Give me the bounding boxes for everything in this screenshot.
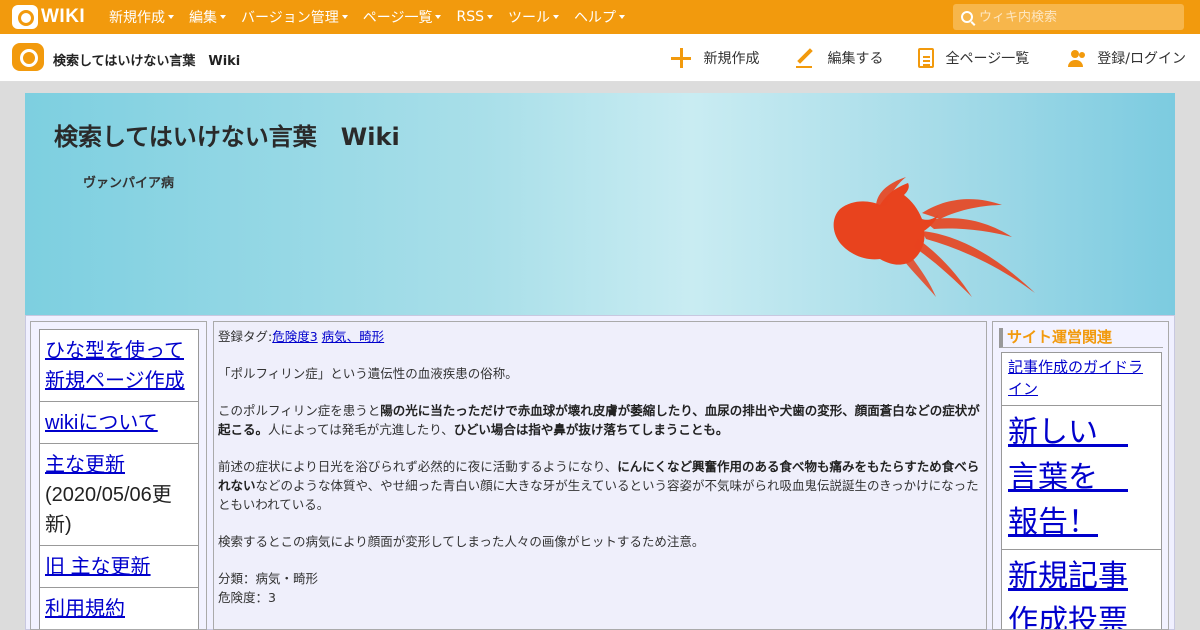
site-logo-icon[interactable]: [12, 43, 44, 71]
new-article-vote-link[interactable]: 新規記事作成投票: [1008, 560, 1128, 629]
caret-down-icon: [618, 15, 625, 19]
text: 前述の症状により日光を浴びられず必然的に夜に活動するようになり、: [218, 459, 618, 474]
tag-line: 登録タグ:危険度3 病気、畸形: [218, 327, 982, 346]
paragraph: 「ポルフィリン症」という遺伝性の血液疾患の俗称。: [218, 366, 518, 381]
edit-button[interactable]: 編集する: [794, 47, 884, 69]
action-label: 新規作成: [703, 51, 760, 67]
caret-down-icon: [220, 15, 226, 19]
caret-down-icon: [486, 15, 493, 19]
menu-item: wikiについて: [39, 401, 199, 444]
menu-link-about[interactable]: wikiについて: [45, 412, 158, 434]
text: このポルフィリン症を患うと: [218, 403, 381, 418]
goldfish-icon: [833, 177, 1035, 297]
topnav-edit[interactable]: 編集: [189, 7, 226, 27]
header-banner: 検索してはいけない言葉 Wiki ヴァンパイア病: [25, 93, 1175, 315]
atwiki-logo[interactable]: WIKI: [12, 5, 85, 29]
caret-down-icon: [168, 15, 174, 19]
topnav-label: ヘルプ: [573, 10, 616, 26]
report-word-link[interactable]: 新しい 言葉を 報告！: [1008, 416, 1128, 539]
plus-icon: [670, 47, 692, 69]
document-icon: [917, 48, 934, 68]
paragraph: このポルフィリン症を患うと陽の光に当たっただけで赤血球が壊れ皮膚が萎縮したり、血…: [218, 401, 982, 439]
topnav-version[interactable]: バージョン管理: [241, 7, 348, 27]
top-nav: 新規作成 編集 バージョン管理 ページ一覧 RSS ツール ヘルプ: [109, 0, 640, 34]
site-name[interactable]: 検索してはいけない言葉 Wiki: [53, 50, 240, 69]
menu-item: 新規記事作成投票: [1001, 549, 1162, 629]
wiki-title[interactable]: 検索してはいけない言葉 Wiki: [54, 117, 400, 152]
menu-item: 主な更新 (2020/05/06更新): [39, 443, 199, 546]
menu-link-updates[interactable]: 主な更新: [45, 454, 125, 476]
search-input[interactable]: [979, 9, 1169, 25]
topnav-pages[interactable]: ページ一覧: [363, 7, 442, 27]
right-menu: サイト運営関連 記事作成のガイドライン 新しい 言葉を 報告！ 新規記事作成投票: [992, 321, 1169, 630]
menu-item: 記事作成のガイドライン: [1001, 352, 1162, 406]
all-pages-button[interactable]: 全ページ一覧: [917, 48, 1030, 68]
site-bar: 検索してはいけない言葉 Wiki 新規作成 編集する 全ページ一覧 登録/ログイ…: [0, 34, 1200, 82]
menu-note: (2020/05/06更新): [45, 484, 172, 536]
caret-down-icon: [552, 15, 559, 19]
menu-link-template[interactable]: ひな型を使って新規ページ作成: [45, 340, 185, 392]
action-label: 全ページ一覧: [945, 51, 1030, 67]
caret-down-icon: [435, 15, 442, 19]
article-body: 登録タグ:危険度3 病気、畸形 「ポルフィリン症」という遺伝性の血液疾患の俗称。…: [213, 321, 987, 630]
login-button[interactable]: 登録/ログイン: [1063, 47, 1186, 69]
action-label: 編集する: [827, 51, 884, 67]
right-menu-heading: サイト運営関連: [999, 328, 1163, 348]
topnav-label: RSS: [456, 9, 484, 25]
tag-link[interactable]: 危険度3: [272, 329, 317, 344]
topnav-label: バージョン管理: [241, 10, 339, 26]
topnav-label: 編集: [189, 10, 217, 26]
menu-item: 旧 主な更新: [39, 545, 199, 588]
topnav-label: 新規作成: [109, 10, 165, 26]
tags-label: 登録タグ:: [218, 329, 273, 344]
top-bar: WIKI 新規作成 編集 バージョン管理 ページ一覧 RSS ツール ヘルプ: [0, 0, 1200, 34]
wiki-search: [953, 4, 1184, 30]
bold-text: ひどい場合は指や鼻が抜け落ちてしまうことも。: [453, 422, 729, 437]
danger-line: 危険度：3: [218, 590, 276, 605]
at-logo-icon: [12, 5, 38, 29]
menu-link-old-updates[interactable]: 旧 主な更新: [45, 556, 151, 578]
new-page-button[interactable]: 新規作成: [670, 47, 760, 69]
guideline-link[interactable]: 記事作成のガイドライン: [1008, 359, 1143, 398]
topnav-label: ページ一覧: [362, 10, 433, 26]
menu-item: 利用規約: [39, 587, 199, 629]
page-title: ヴァンパイア病: [83, 176, 175, 191]
topnav-tools[interactable]: ツール: [508, 7, 559, 27]
topnav-label: ツール: [507, 10, 550, 26]
menu-item: 新しい 言葉を 報告！: [1001, 405, 1162, 550]
text: 人によっては発毛が亢進したり、: [268, 422, 454, 437]
paragraph: 前述の症状により日光を浴びられず必然的に夜に活動するようになり、にんにくなど興奮…: [218, 457, 982, 514]
pencil-icon: [794, 47, 816, 69]
left-menu: ひな型を使って新規ページ作成 wikiについて 主な更新 (2020/05/06更…: [30, 321, 207, 630]
site-actions: 新規作成 編集する 全ページ一覧 登録/ログイン: [636, 34, 1186, 82]
category-line: 分類：病気・畸形: [218, 571, 319, 586]
action-label: 登録/ログイン: [1097, 51, 1186, 67]
tag-link[interactable]: 病気、畸形: [322, 329, 385, 344]
topnav-help[interactable]: ヘルプ: [574, 7, 625, 27]
caret-down-icon: [341, 15, 348, 19]
search-icon[interactable]: [961, 11, 973, 23]
text: などのような体質や、やせ細った青白い顔に大きな牙が生えているという容姿が不気味が…: [218, 478, 979, 512]
topnav-new[interactable]: 新規作成: [109, 7, 174, 27]
topnav-rss[interactable]: RSS: [456, 9, 493, 25]
users-icon: [1063, 47, 1085, 69]
menu-item: ひな型を使って新規ページ作成: [39, 329, 199, 402]
menu-link-terms[interactable]: 利用規約: [45, 598, 125, 620]
paragraph: 検索するとこの病気により顔面が変形してしまった人々の画像がヒットするため注意。: [218, 534, 705, 549]
logo-text: WIKI: [41, 6, 86, 27]
